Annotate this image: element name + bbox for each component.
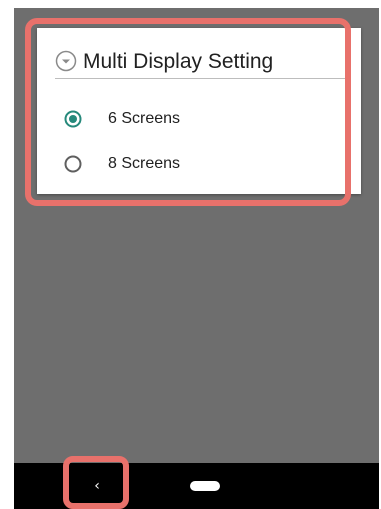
navigation-bar: ‹ <box>14 463 379 509</box>
radio-unselected-icon[interactable] <box>64 155 82 173</box>
option-label: 8 Screens <box>108 155 181 172</box>
back-button[interactable]: ‹ <box>68 463 126 509</box>
back-arrow-icon: ‹ <box>94 478 100 494</box>
dialog-header: Multi Display Setting <box>55 44 349 79</box>
dialog-title: Multi Display Setting <box>83 49 274 73</box>
phone-screen: Multi Display Setting 6 Screens 8 Screen… <box>14 8 379 509</box>
radio-selected-icon[interactable] <box>64 110 82 128</box>
option-8-screens[interactable]: 8 Screens <box>64 150 324 178</box>
option-label: 6 Screens <box>108 110 181 127</box>
home-pill-icon[interactable] <box>190 481 220 491</box>
multi-display-dialog: Multi Display Setting 6 Screens 8 Screen… <box>37 28 361 194</box>
option-6-screens[interactable]: 6 Screens <box>64 105 324 133</box>
chevron-down-circle-icon <box>55 50 77 72</box>
